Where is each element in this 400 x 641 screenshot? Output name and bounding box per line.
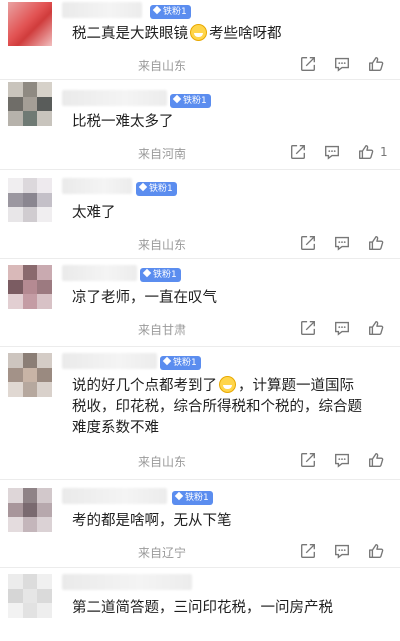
fan-badge: 铁粉1 <box>140 268 181 282</box>
comment-text: 第二道简答题，三问印花税，一问房产税 <box>72 600 333 616</box>
comment-button[interactable] <box>332 233 352 253</box>
fan-badge: 铁粉1 <box>136 182 177 196</box>
thumbs-up-icon <box>369 321 384 335</box>
like-button[interactable] <box>366 54 386 74</box>
comment-icon <box>335 236 349 251</box>
fan-badge-label: 铁粉1 <box>153 270 177 280</box>
comment-text-line: 难度系数不难 <box>72 420 159 436</box>
comment-item: 铁粉1 太难了 来自山东 <box>0 170 400 259</box>
like-button[interactable] <box>366 318 386 338</box>
username-blurred[interactable] <box>62 488 167 504</box>
comment-text-part: 税二真是大跌眼镜 <box>72 26 188 42</box>
username-blurred[interactable] <box>62 574 192 590</box>
avatar[interactable] <box>8 2 52 46</box>
fan-badge-label: 铁粉1 <box>163 7 187 17</box>
username-blurred[interactable] <box>62 353 157 369</box>
fan-badge-label: 铁粉1 <box>183 96 207 106</box>
comment-button[interactable] <box>332 318 352 338</box>
username-blurred[interactable] <box>62 2 142 18</box>
share-button[interactable] <box>298 54 318 74</box>
avatar[interactable] <box>8 574 52 618</box>
comment-text: 凉了老师，一直在叹气 <box>72 290 217 306</box>
share-icon <box>301 321 315 335</box>
like-button[interactable] <box>366 233 386 253</box>
username-blurred[interactable] <box>62 90 167 106</box>
fan-badge: 铁粉1 <box>160 356 201 370</box>
like-count: 1 <box>380 145 388 159</box>
share-button[interactable] <box>288 142 308 162</box>
fan-badge-label: 铁粉1 <box>185 493 209 503</box>
share-button[interactable] <box>298 318 318 338</box>
thumbs-up-icon <box>369 236 384 250</box>
like-button[interactable] <box>366 450 386 470</box>
comment-text: 税二真是大跌眼镜 考些啥呀都 <box>72 24 380 45</box>
comment-button[interactable] <box>332 54 352 74</box>
comment-item: 铁粉1 比税一难太多了 来自河南 1 <box>0 80 400 170</box>
thumbs-up-icon <box>359 145 374 159</box>
comment-location: 来自辽宁 <box>138 546 187 560</box>
comment-item: 铁粉1 说的好几个点都考到了 ，计算题一道国际 税收，印花税，综合所得税和个税的，… <box>0 347 400 480</box>
comment-text: 太难了 <box>72 205 116 221</box>
comment-location: 来自山东 <box>138 238 187 252</box>
comment-location: 来自山东 <box>138 455 187 469</box>
comment-item: 铁粉1 考的都是啥啊，无从下笔 来自辽宁 <box>0 480 400 568</box>
comment-text-line: 说的好几个点都考到了 ，计算题一道国际 <box>72 376 380 397</box>
comment-icon <box>335 544 349 559</box>
comment-text: 说的好几个点都考到了 ，计算题一道国际 税收，印花税，综合所得税和个税的，综合题 … <box>72 376 380 439</box>
thumbs-up-icon <box>369 453 384 467</box>
comment-text-part: ，计算题一道国际 <box>238 378 354 394</box>
comment-location: 来自河南 <box>138 147 187 161</box>
grinning-face-emoji-icon <box>219 376 236 393</box>
comment-text: 比税一难太多了 <box>72 114 174 130</box>
avatar[interactable] <box>8 178 52 222</box>
comment-item: 铁粉1 税二真是大跌眼镜 考些啥呀都 来自山东 <box>0 0 400 80</box>
comment-text-line: 税收，印花税，综合所得税和个税的，综合题 <box>72 399 362 415</box>
share-icon <box>301 453 315 467</box>
comment-location: 来自山东 <box>138 59 187 73</box>
comment-location: 来自甘肃 <box>138 323 187 337</box>
fan-badge: 铁粉1 <box>172 491 213 505</box>
share-button[interactable] <box>298 233 318 253</box>
fan-badge: 铁粉1 <box>170 94 211 108</box>
share-icon <box>291 145 305 159</box>
fan-badge: 铁粉1 <box>150 5 191 19</box>
comment-icon <box>335 453 349 468</box>
comment-text-part: 说的好几个点都考到了 <box>72 378 217 394</box>
crying-face-emoji-icon <box>190 24 207 41</box>
comment-item: 铁粉1 凉了老师，一直在叹气 来自甘肃 <box>0 259 400 347</box>
share-button[interactable] <box>298 450 318 470</box>
share-icon <box>301 236 315 250</box>
comment-button[interactable] <box>322 142 342 162</box>
avatar[interactable] <box>8 265 52 309</box>
username-blurred[interactable] <box>62 265 137 281</box>
thumbs-up-icon <box>369 544 384 558</box>
comment-icon <box>335 57 349 72</box>
fan-badge-label: 铁粉1 <box>173 358 197 368</box>
share-button[interactable] <box>298 541 318 561</box>
comment-text-part: 考些啥呀都 <box>209 26 282 42</box>
like-button[interactable] <box>366 541 386 561</box>
share-icon <box>301 544 315 558</box>
comment-text: 考的都是啥啊，无从下笔 <box>72 513 232 529</box>
avatar[interactable] <box>8 353 52 397</box>
thumbs-up-icon <box>369 57 384 71</box>
comment-item: 第二道简答题，三问印花税，一问房产税 <box>0 568 400 641</box>
avatar[interactable] <box>8 82 52 126</box>
comment-button[interactable] <box>332 450 352 470</box>
comment-icon <box>325 145 339 160</box>
share-icon <box>301 57 315 71</box>
username-blurred[interactable] <box>62 178 132 194</box>
like-button[interactable] <box>356 142 376 162</box>
avatar[interactable] <box>8 488 52 532</box>
fan-badge-label: 铁粉1 <box>149 184 173 194</box>
comment-icon <box>335 321 349 336</box>
comment-button[interactable] <box>332 541 352 561</box>
